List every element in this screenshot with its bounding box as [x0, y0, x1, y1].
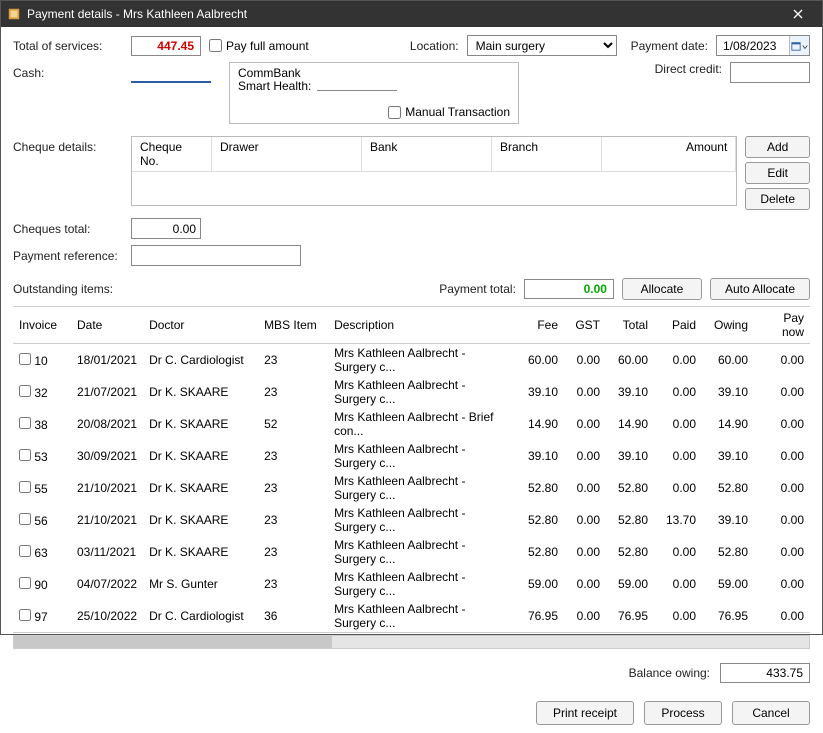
- cheque-col-bank: Bank: [362, 137, 492, 171]
- cheques-total-value: [131, 218, 201, 239]
- manual-transaction-input[interactable]: [388, 106, 401, 119]
- payment-total-label: Payment total:: [439, 282, 516, 296]
- col-gst: GST: [564, 307, 606, 344]
- location-select[interactable]: Main surgery: [467, 35, 617, 56]
- payment-reference-label: Payment reference:: [13, 249, 123, 263]
- cheque-col-no: Cheque No.: [132, 137, 212, 171]
- smart-health-input[interactable]: [317, 70, 397, 91]
- add-button[interactable]: Add: [745, 136, 810, 158]
- col-paid: Paid: [654, 307, 702, 344]
- payment-details-window: Payment details - Mrs Kathleen Aalbrecht…: [0, 0, 823, 635]
- pay-full-amount-input[interactable]: [209, 39, 222, 52]
- row-checkbox[interactable]: [19, 417, 31, 429]
- manual-transaction-checkbox[interactable]: Manual Transaction: [388, 105, 510, 119]
- table-row[interactable]: 3820/08/2021Dr K. SKAARE52Mrs Kathleen A…: [13, 408, 810, 440]
- cheque-col-branch: Branch: [492, 137, 602, 171]
- col-doctor: Doctor: [143, 307, 258, 344]
- payment-date-input[interactable]: [717, 36, 789, 55]
- table-row[interactable]: 6303/11/2021Dr K. SKAARE23Mrs Kathleen A…: [13, 536, 810, 568]
- row-checkbox[interactable]: [19, 513, 31, 525]
- payment-reference-input[interactable]: [131, 245, 301, 266]
- app-icon: [7, 7, 21, 21]
- payment-date-field[interactable]: [716, 35, 810, 56]
- col-invoice: Invoice: [13, 307, 71, 344]
- cash-input[interactable]: [131, 62, 211, 83]
- allocate-button[interactable]: Allocate: [622, 278, 702, 300]
- col-date: Date: [71, 307, 143, 344]
- invoice-grid[interactable]: Invoice Date Doctor MBS Item Description…: [13, 306, 810, 633]
- total-of-services-value: 447.45: [131, 36, 201, 56]
- row-checkbox[interactable]: [19, 449, 31, 461]
- table-row[interactable]: 5621/10/2021Dr K. SKAARE23Mrs Kathleen A…: [13, 504, 810, 536]
- row-checkbox[interactable]: [19, 545, 31, 557]
- direct-credit-label: Direct credit:: [655, 62, 722, 76]
- print-receipt-button[interactable]: Print receipt: [536, 701, 634, 725]
- pay-full-amount-label: Pay full amount: [226, 39, 309, 53]
- titlebar: Payment details - Mrs Kathleen Aalbrecht: [1, 1, 822, 27]
- delete-button[interactable]: Delete: [745, 188, 810, 210]
- cancel-button[interactable]: Cancel: [732, 701, 810, 725]
- direct-credit-input[interactable]: [730, 62, 810, 83]
- balance-owing-value: 433.75: [720, 663, 810, 683]
- cheque-col-drawer: Drawer: [212, 137, 362, 171]
- payment-total-value: 0.00: [524, 279, 614, 299]
- row-checkbox[interactable]: [19, 577, 31, 589]
- table-row[interactable]: 3221/07/2021Dr K. SKAARE23Mrs Kathleen A…: [13, 376, 810, 408]
- row-checkbox[interactable]: [19, 385, 31, 397]
- balance-owing-label: Balance owing:: [629, 666, 710, 680]
- table-row[interactable]: 9004/07/2022Mr S. Gunter23Mrs Kathleen A…: [13, 568, 810, 600]
- table-row[interactable]: 1018/01/2021Dr C. Cardiologist23Mrs Kath…: [13, 344, 810, 377]
- row-checkbox[interactable]: [19, 481, 31, 493]
- grid-header-row: Invoice Date Doctor MBS Item Description…: [13, 307, 810, 344]
- content-area: Total of services: 447.45 Pay full amoun…: [1, 27, 822, 733]
- process-button[interactable]: Process: [644, 701, 722, 725]
- cheque-table[interactable]: Cheque No. Drawer Bank Branch Amount: [131, 136, 737, 206]
- table-row[interactable]: 9725/10/2022Dr C. Cardiologist36Mrs Kath…: [13, 600, 810, 632]
- location-label: Location:: [410, 39, 459, 53]
- col-fee: Fee: [516, 307, 564, 344]
- auto-allocate-button[interactable]: Auto Allocate: [710, 278, 810, 300]
- commbank-label: CommBank: [238, 66, 301, 80]
- scrollbar-thumb[interactable]: [14, 636, 332, 648]
- cheque-col-amount: Amount: [602, 137, 736, 171]
- table-row[interactable]: 5521/10/2021Dr K. SKAARE23Mrs Kathleen A…: [13, 472, 810, 504]
- col-owing: Owing: [702, 307, 754, 344]
- row-checkbox[interactable]: [19, 609, 31, 621]
- table-row[interactable]: 5330/09/2021Dr K. SKAARE23Mrs Kathleen A…: [13, 440, 810, 472]
- outstanding-items-label: Outstanding items:: [13, 282, 113, 296]
- manual-transaction-label: Manual Transaction: [405, 105, 510, 119]
- col-total: Total: [606, 307, 654, 344]
- col-paynow: Pay now: [754, 307, 810, 344]
- chevron-down-icon: [802, 39, 808, 53]
- row-checkbox[interactable]: [19, 353, 31, 365]
- col-mbs: MBS Item: [258, 307, 328, 344]
- commbank-group: CommBank Smart Health: Manual Transactio…: [229, 62, 519, 124]
- calendar-icon[interactable]: [789, 36, 809, 55]
- cheque-table-header: Cheque No. Drawer Bank Branch Amount: [132, 137, 736, 172]
- cheque-details-label: Cheque details:: [13, 136, 123, 154]
- smart-health-label: Smart Health:: [238, 79, 311, 93]
- horizontal-scrollbar[interactable]: [13, 635, 810, 649]
- total-of-services-label: Total of services:: [13, 39, 123, 53]
- pay-full-amount-checkbox[interactable]: Pay full amount: [209, 39, 309, 53]
- col-desc: Description: [328, 307, 516, 344]
- cheques-total-label: Cheques total:: [13, 222, 123, 236]
- close-button[interactable]: [780, 1, 816, 27]
- edit-button[interactable]: Edit: [745, 162, 810, 184]
- cash-label: Cash:: [13, 62, 123, 80]
- payment-date-label: Payment date:: [631, 39, 708, 53]
- window-title: Payment details - Mrs Kathleen Aalbrecht: [27, 7, 780, 21]
